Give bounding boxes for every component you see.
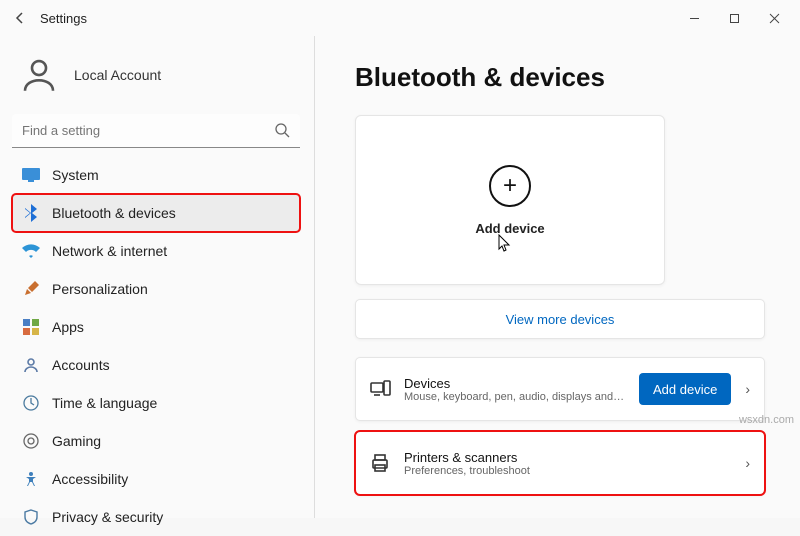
minimize-button[interactable] — [674, 4, 714, 32]
nav-label: Bluetooth & devices — [52, 205, 176, 221]
nav-label: System — [52, 167, 99, 183]
plus-circle-icon: + — [489, 165, 531, 207]
view-more-label: View more devices — [506, 312, 615, 327]
devices-row[interactable]: Devices Mouse, keyboard, pen, audio, dis… — [355, 357, 765, 421]
printers-row-text: Printers & scanners Preferences, trouble… — [404, 450, 731, 477]
accessibility-icon — [22, 470, 40, 488]
bluetooth-icon — [22, 204, 40, 222]
nav-label: Accessibility — [52, 471, 128, 487]
nav-list: System Bluetooth & devices Network & int… — [12, 156, 300, 536]
nav-label: Network & internet — [52, 243, 167, 259]
devices-row-title: Devices — [404, 376, 627, 391]
watermark: wsxdn.com — [739, 414, 794, 426]
close-button[interactable] — [754, 4, 794, 32]
printers-row-title: Printers & scanners — [404, 450, 731, 465]
settings-window: Settings Local Account System — [0, 0, 800, 518]
nav-label: Time & language — [52, 395, 157, 411]
account-info[interactable]: Local Account — [12, 44, 300, 114]
content-area: Local Account System Bluetooth & devices… — [0, 36, 800, 518]
system-icon — [22, 166, 40, 184]
search-input[interactable] — [12, 114, 300, 148]
nav-item-privacy-security[interactable]: Privacy & security — [12, 498, 300, 536]
arrow-left-icon — [12, 10, 28, 26]
printer-icon — [368, 451, 392, 475]
wifi-icon — [22, 242, 40, 260]
printers-scanners-row[interactable]: Printers & scanners Preferences, trouble… — [355, 431, 765, 495]
nav-item-network[interactable]: Network & internet — [12, 232, 300, 270]
nav-item-bluetooth-devices[interactable]: Bluetooth & devices — [12, 194, 300, 232]
add-device-card[interactable]: + Add device — [355, 115, 665, 285]
close-icon — [769, 13, 780, 24]
nav-item-accessibility[interactable]: Accessibility — [12, 460, 300, 498]
minimize-icon — [689, 13, 700, 24]
back-button[interactable] — [6, 4, 34, 32]
account-name: Local Account — [74, 67, 161, 83]
accounts-icon — [22, 356, 40, 374]
search-icon — [274, 122, 290, 138]
maximize-icon — [729, 13, 740, 24]
shield-icon — [22, 508, 40, 526]
maximize-button[interactable] — [714, 4, 754, 32]
nav-item-personalization[interactable]: Personalization — [12, 270, 300, 308]
chevron-right-icon: › — [743, 381, 752, 397]
user-avatar-icon — [18, 54, 60, 96]
clock-globe-icon — [22, 394, 40, 412]
view-more-devices-button[interactable]: View more devices — [355, 299, 765, 339]
devices-row-text: Devices Mouse, keyboard, pen, audio, dis… — [404, 376, 627, 403]
nav-item-accounts[interactable]: Accounts — [12, 346, 300, 384]
window-title: Settings — [40, 11, 87, 26]
main-panel: Bluetooth & devices + Add device View mo… — [315, 36, 800, 518]
nav-label: Gaming — [52, 433, 101, 449]
cursor-icon — [498, 234, 512, 254]
devices-icon — [368, 377, 392, 401]
nav-label: Personalization — [52, 281, 148, 297]
nav-label: Accounts — [52, 357, 110, 373]
brush-icon — [22, 280, 40, 298]
nav-label: Apps — [52, 319, 84, 335]
devices-row-sub: Mouse, keyboard, pen, audio, displays an… — [404, 391, 627, 403]
add-device-button[interactable]: Add device — [639, 373, 731, 405]
page-title: Bluetooth & devices — [355, 62, 778, 93]
nav-label: Privacy & security — [52, 509, 163, 525]
chevron-right-icon: › — [743, 455, 752, 471]
nav-item-apps[interactable]: Apps — [12, 308, 300, 346]
gaming-icon — [22, 432, 40, 450]
nav-item-gaming[interactable]: Gaming — [12, 422, 300, 460]
apps-icon — [22, 318, 40, 336]
titlebar: Settings — [0, 0, 800, 36]
printers-row-sub: Preferences, troubleshoot — [404, 465, 731, 477]
nav-item-time-language[interactable]: Time & language — [12, 384, 300, 422]
nav-item-system[interactable]: System — [12, 156, 300, 194]
sidebar: Local Account System Bluetooth & devices… — [0, 36, 315, 518]
search-box[interactable] — [12, 114, 300, 148]
